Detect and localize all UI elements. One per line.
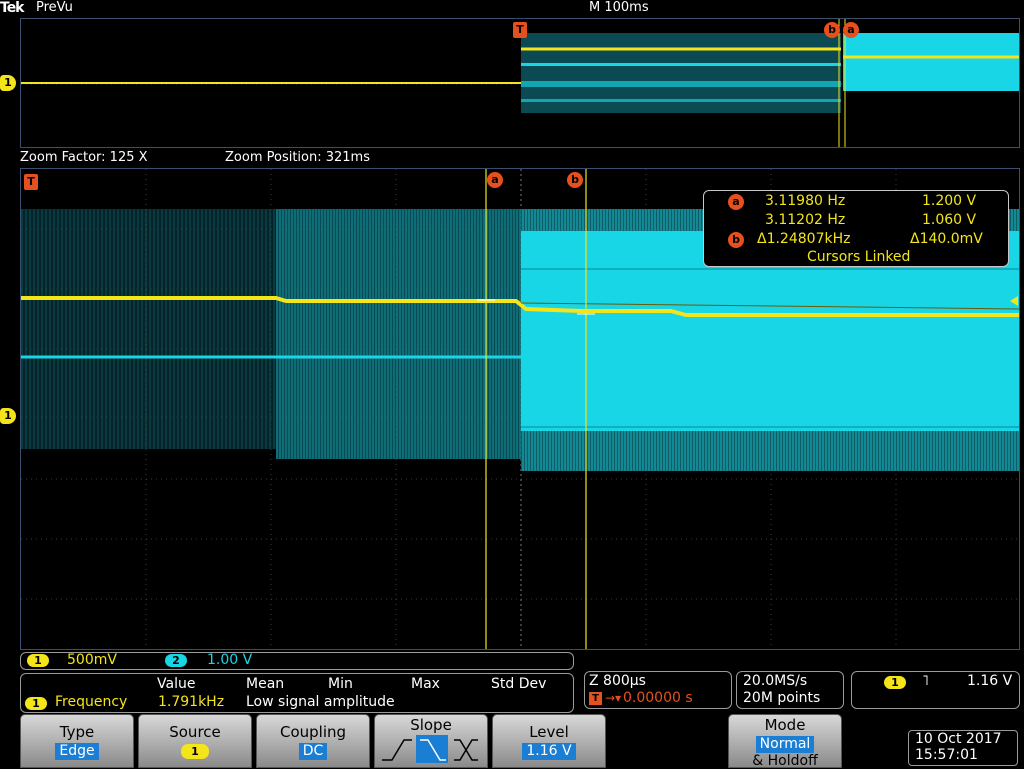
- coupling-value: DC: [298, 743, 328, 760]
- ch2-badge[interactable]: 2: [165, 654, 187, 667]
- mode-button[interactable]: Mode Normal & Holdoff: [728, 714, 842, 769]
- meas-header-max: Max: [411, 676, 440, 692]
- level-button[interactable]: Level 1.16 V: [492, 714, 606, 768]
- horizontal-panel[interactable]: Z 800µs T →▾ 0.00000 s: [584, 671, 732, 709]
- ch1-zoom-marker[interactable]: 1: [0, 408, 16, 424]
- cursor-readout: a 3.11980 Hz 1.200 V 3.11202 Hz 1.060 V …: [703, 190, 1009, 267]
- trigger-marker-zoom[interactable]: T: [24, 174, 38, 190]
- record-length: 20M points: [743, 690, 821, 706]
- cursor-a-zoom[interactable]: a: [487, 172, 503, 188]
- cursor-a-overview[interactable]: a: [843, 22, 859, 38]
- delta-volt: Δ140.0mV: [910, 231, 983, 247]
- cursor-a-volt: 1.200 V: [922, 193, 977, 209]
- trigger-level-readout: 1.16 V: [967, 673, 1013, 689]
- ch1-overview-marker[interactable]: 1: [0, 75, 16, 91]
- source-label: Source: [169, 723, 221, 741]
- mode-label: Mode: [764, 716, 806, 734]
- meas-header-min: Min: [328, 676, 353, 692]
- cursor-b-overview[interactable]: b: [824, 22, 840, 38]
- ch2-noise-mid: [276, 209, 521, 459]
- timebase-readout: M 100ms: [589, 0, 649, 15]
- type-value: Edge: [55, 743, 99, 760]
- overview-svg: [21, 19, 1019, 147]
- mode-sub: & Holdoff: [752, 753, 818, 769]
- cursor-a-freq: 3.11980 Hz: [765, 193, 846, 209]
- type-label: Type: [59, 723, 95, 741]
- trigger-pos-icon: T: [589, 692, 602, 705]
- cursor-b-label: b: [728, 232, 744, 248]
- trigger-panel[interactable]: 1 ˥ 1.16 V: [851, 671, 1020, 709]
- cursor-b-volt: 1.060 V: [922, 212, 977, 228]
- rising-edge-icon: [382, 739, 412, 761]
- slope-button[interactable]: Slope: [374, 714, 488, 768]
- trigger-level-arrow[interactable]: [1010, 296, 1018, 306]
- meas-ch-badge: 1: [25, 697, 47, 710]
- ch1-scale: 500mV: [67, 652, 117, 668]
- overview-ch2-band-right: [843, 33, 1019, 91]
- meas-value: 1.791kHz: [158, 694, 225, 710]
- ch2-noise-left: [21, 209, 276, 449]
- brand-logo: Tek: [0, 0, 24, 16]
- cursors-linked: Cursors Linked: [807, 249, 911, 265]
- date: 10 Oct 2017: [915, 731, 1002, 747]
- trigger-source-badge: 1: [884, 676, 906, 689]
- trigger-position: 0.00000 s: [623, 690, 693, 706]
- level-value: 1.16 V: [522, 743, 576, 760]
- slope-label: Slope: [410, 716, 452, 734]
- ch1-badge[interactable]: 1: [27, 654, 49, 667]
- ch2-scale: 1.00 V: [207, 652, 253, 668]
- cursor-b-freq: 3.11202 Hz: [765, 212, 846, 228]
- coupling-button[interactable]: Coupling DC: [256, 714, 370, 768]
- sample-rate: 20.0MS/s: [743, 673, 808, 689]
- source-button[interactable]: Source 1: [138, 714, 252, 768]
- cursor-b-zoom[interactable]: b: [567, 172, 583, 188]
- meas-header-mean: Mean: [246, 676, 285, 692]
- coupling-label: Coupling: [279, 723, 347, 741]
- meas-header-value: Value: [157, 676, 196, 692]
- datetime-display: 10 Oct 2017 15:57:01: [908, 730, 1018, 766]
- measurement-panel[interactable]: Value Mean Min Max Std Dev 1 Frequency 1…: [20, 673, 574, 713]
- meas-name: Frequency: [55, 694, 128, 710]
- meas-header-stddev: Std Dev: [491, 676, 547, 692]
- slope-icons: [382, 735, 478, 763]
- falling-edge-icon: ˥: [922, 673, 929, 689]
- time: 15:57:01: [915, 747, 978, 763]
- zoom-scale: Z 800µs: [589, 673, 646, 689]
- type-button[interactable]: Type Edge: [20, 714, 134, 768]
- source-value: 1: [181, 744, 209, 759]
- level-label: Level: [529, 723, 569, 741]
- meas-note: Low signal amplitude: [246, 694, 395, 710]
- acquisition-mode: PreVu: [36, 0, 73, 15]
- zoom-position: Zoom Position: 321ms: [225, 150, 370, 165]
- acquisition-panel[interactable]: 20.0MS/s 20M points: [736, 671, 844, 709]
- channel-scale-bar[interactable]: 1 500mV 2 1.00 V: [20, 652, 574, 670]
- delta-freq: Δ1.24807kHz: [757, 231, 851, 247]
- cursor-a-label: a: [728, 194, 744, 210]
- zoom-factor: Zoom Factor: 125 X: [20, 150, 148, 165]
- arrow-down-icon: →▾: [605, 691, 622, 705]
- mode-value: Normal: [755, 736, 815, 753]
- trigger-marker-overview[interactable]: T: [513, 22, 527, 38]
